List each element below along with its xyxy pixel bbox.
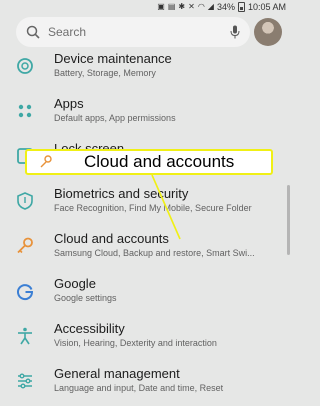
notification-icon: ▣ (157, 2, 165, 11)
item-title: Apps (54, 96, 84, 111)
callout-label: Cloud and accounts (84, 152, 235, 171)
item-title: General management (54, 366, 180, 381)
item-title: Device maintenance (54, 51, 172, 66)
item-subtitle: Google settings (54, 293, 117, 303)
status-bar: ▣ ▤ ✱ ✕ ◠ ◢ 34% 10:05 AM (0, 0, 294, 14)
shield-icon (17, 192, 33, 210)
item-title: Cloud and accounts (54, 231, 169, 246)
item-subtitle: Face Recognition, Find My Mobile, Secure… (54, 203, 252, 213)
clock: 10:05 AM (247, 2, 286, 12)
item-title: Accessibility (54, 321, 125, 336)
list-item-general-management[interactable]: General management Language and input, D… (0, 361, 294, 406)
search-icon (26, 25, 40, 39)
apps-icon (18, 104, 32, 118)
scrollbar[interactable] (287, 185, 290, 255)
accessibility-icon (18, 327, 32, 345)
key-icon (17, 237, 33, 254)
settings-list: Device maintenance Battery, Storage, Mem… (0, 46, 294, 406)
item-title: Google (54, 276, 96, 291)
bluetooth-icon: ✱ (178, 2, 186, 11)
item-subtitle: Language and input, Date and time, Reset (54, 383, 224, 393)
mute-icon: ✕ (188, 2, 195, 11)
signal-icon: ◢ (207, 2, 214, 11)
image-icon: ▤ (167, 2, 176, 11)
item-title: Biometrics and security (54, 186, 189, 201)
list-item-biometrics-security[interactable]: Biometrics and security Face Recognition… (0, 181, 294, 226)
list-item-google[interactable]: Google Google settings (0, 271, 294, 316)
item-subtitle: Samsung Cloud, Backup and restore, Smart… (54, 248, 255, 258)
device-maintenance-icon (17, 58, 33, 74)
item-subtitle: Default apps, App permissions (54, 113, 176, 123)
avatar[interactable] (254, 18, 282, 46)
item-subtitle: Battery, Storage, Memory (54, 68, 156, 78)
sliders-icon (18, 373, 32, 389)
list-item-device-maintenance[interactable]: Device maintenance Battery, Storage, Mem… (0, 46, 294, 91)
list-item-apps[interactable]: Apps Default apps, App permissions (0, 91, 294, 136)
google-icon (17, 284, 34, 301)
microphone-icon[interactable] (230, 25, 240, 39)
wifi-icon: ◠ (197, 2, 205, 11)
battery-percent: 34% (216, 2, 235, 12)
search-bar[interactable] (16, 17, 250, 47)
search-input[interactable] (46, 24, 230, 40)
list-item-accessibility[interactable]: Accessibility Vision, Hearing, Dexterity… (0, 316, 294, 361)
item-subtitle: Vision, Hearing, Dexterity and interacti… (54, 338, 217, 348)
list-item-cloud-accounts[interactable]: Cloud and accounts Samsung Cloud, Backup… (0, 226, 294, 271)
battery-icon (237, 2, 245, 12)
